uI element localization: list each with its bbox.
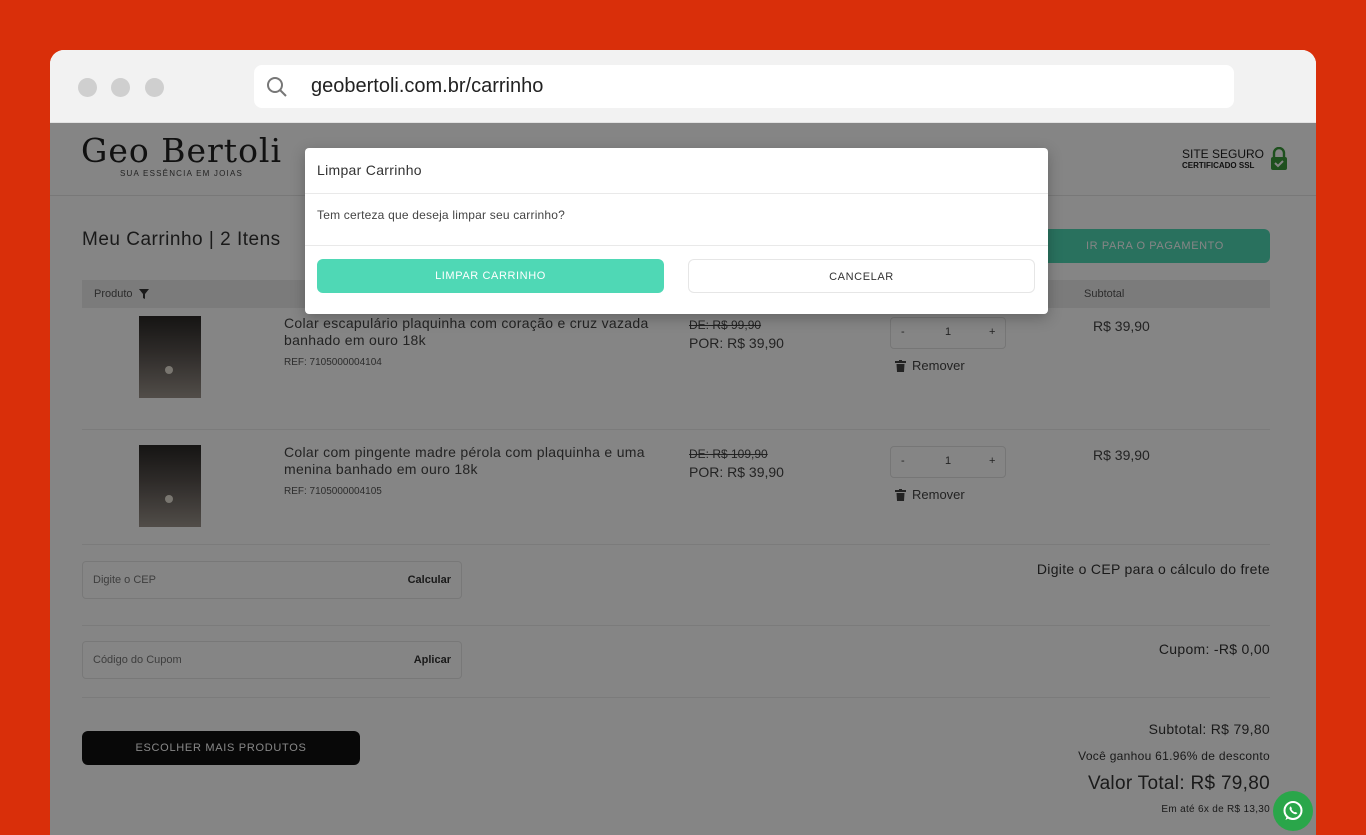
divider [305,245,1048,246]
dialog-title: Limpar Carrinho [317,162,422,178]
browser-window: geobertoli.com.br/carrinho Geo Bertoli S… [50,50,1316,835]
window-minimize-dot[interactable] [111,78,130,97]
clear-cart-dialog: Limpar Carrinho Tem certeza que deseja l… [305,148,1048,314]
divider [305,193,1048,194]
whatsapp-icon [1283,801,1303,820]
whatsapp-button[interactable] [1273,791,1313,831]
search-icon [267,77,287,97]
address-bar[interactable]: geobertoli.com.br/carrinho [254,65,1234,108]
browser-toolbar: geobertoli.com.br/carrinho [50,50,1316,123]
dialog-message: Tem certeza que deseja limpar seu carrin… [317,208,566,222]
confirm-clear-cart-button[interactable]: LIMPAR CARRINHO [317,259,664,293]
url-text: geobertoli.com.br/carrinho [311,75,544,97]
cancel-button[interactable]: CANCELAR [688,259,1035,293]
window-close-dot[interactable] [78,78,97,97]
cart-page: Geo Bertoli SUA ESSÊNCIA EM JOIAS SITE S… [50,123,1316,835]
window-maximize-dot[interactable] [145,78,164,97]
